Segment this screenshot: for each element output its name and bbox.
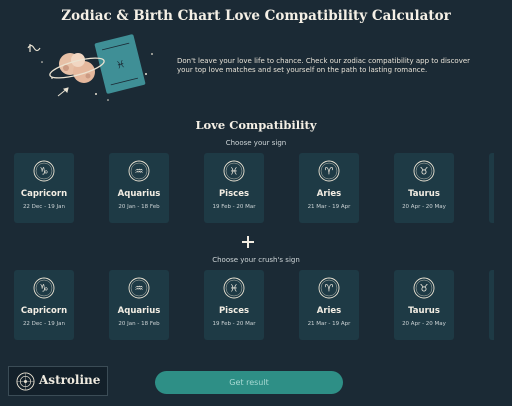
your-sign-row: ♑ Capricorn 22 Dec - 19 Jan ♒ Aquarius 2… xyxy=(0,153,512,225)
brand-logo: Astroline xyxy=(8,366,108,396)
astroline-logo-icon xyxy=(16,372,35,391)
sign-name: Pisces xyxy=(218,189,250,199)
sign-name: Aries xyxy=(316,189,342,199)
sign-name: Aquarius xyxy=(117,189,161,199)
capricorn-icon: ♑ xyxy=(33,277,55,299)
next-card-edge[interactable] xyxy=(489,270,494,340)
sign-dates: 20 Jan - 18 Feb xyxy=(118,204,160,210)
capricorn-icon: ♑ xyxy=(33,160,55,182)
sign-dates: 22 Dec - 19 Jan xyxy=(22,321,66,327)
sign-dates: 20 Apr - 20 May xyxy=(402,321,446,327)
svg-text:♒: ♒ xyxy=(135,167,144,178)
crush-sign-label: Choose your crush's sign xyxy=(212,256,300,264)
plus-icon xyxy=(242,236,254,248)
aquarius-icon: ♒ xyxy=(128,277,150,299)
sign-name: Aquarius xyxy=(117,306,161,316)
svg-text:♒: ♒ xyxy=(135,284,144,295)
svg-text:♓: ♓ xyxy=(230,167,239,178)
svg-text:♈: ♈ xyxy=(325,167,334,178)
your-sign-label: Choose your sign xyxy=(225,139,287,147)
svg-text:♑: ♑ xyxy=(40,284,49,295)
aquarius-icon: ♒ xyxy=(128,160,150,182)
sign-name: Capricorn xyxy=(20,189,68,199)
crush-sign-card-pisces[interactable]: ♓ Pisces 19 Feb - 20 Mar xyxy=(204,270,264,340)
sign-name: Pisces xyxy=(218,306,250,316)
sign-dates: 21 Mar - 19 Apr xyxy=(307,204,351,210)
taurus-icon: ♉ xyxy=(413,160,435,182)
sign-name: Taurus xyxy=(408,189,440,199)
svg-text:♓: ♓ xyxy=(230,284,239,295)
sign-dates: 20 Apr - 20 May xyxy=(402,204,446,210)
pisces-icon: ♓ xyxy=(223,160,245,182)
your-sign-card-aquarius[interactable]: ♒ Aquarius 20 Jan - 18 Feb xyxy=(109,153,169,223)
crush-sign-card-aries[interactable]: ♈ Aries 21 Mar - 19 Apr xyxy=(299,270,359,340)
crush-sign-row: ♑ Capricorn 22 Dec - 19 Jan ♒ Aquarius 2… xyxy=(0,270,512,342)
sign-dates: 19 Feb - 20 Mar xyxy=(212,321,256,327)
crush-sign-card-aquarius[interactable]: ♒ Aquarius 20 Jan - 18 Feb xyxy=(109,270,169,340)
next-card-edge[interactable] xyxy=(489,153,494,223)
sign-name: Capricorn xyxy=(20,306,68,316)
sign-dates: 21 Mar - 19 Apr xyxy=(307,321,351,327)
sign-dates: 19 Feb - 20 Mar xyxy=(212,204,256,210)
crush-sign-card-taurus[interactable]: ♉ Taurus 20 Apr - 20 May xyxy=(394,270,454,340)
intro-text: Don't leave your love life to chance. Ch… xyxy=(177,57,471,74)
sign-dates: 22 Dec - 19 Jan xyxy=(22,204,66,210)
svg-text:♈: ♈ xyxy=(325,284,334,295)
svg-text:♉: ♉ xyxy=(420,167,429,178)
taurus-icon: ♉ xyxy=(413,277,435,299)
pisces-icon: ♓ xyxy=(223,277,245,299)
section-title: Love Compatibility xyxy=(195,118,317,132)
svg-text:♑: ♑ xyxy=(40,167,49,178)
aries-icon: ♈ xyxy=(318,160,340,182)
your-sign-card-taurus[interactable]: ♉ Taurus 20 Apr - 20 May xyxy=(394,153,454,223)
your-sign-card-capricorn[interactable]: ♑ Capricorn 22 Dec - 19 Jan xyxy=(14,153,74,223)
svg-text:♉: ♉ xyxy=(420,284,429,295)
sign-name: Taurus xyxy=(408,306,440,316)
get-result-button[interactable]: Get result xyxy=(155,371,343,394)
brand-name: Astroline xyxy=(39,373,101,387)
sign-name: Aries xyxy=(316,306,342,316)
hero-illustration: ♓ xyxy=(27,34,153,101)
your-sign-card-pisces[interactable]: ♓ Pisces 19 Feb - 20 Mar xyxy=(204,153,264,223)
aries-icon: ♈ xyxy=(318,277,340,299)
crush-sign-card-capricorn[interactable]: ♑ Capricorn 22 Dec - 19 Jan xyxy=(14,270,74,340)
your-sign-card-aries[interactable]: ♈ Aries 21 Mar - 19 Apr xyxy=(299,153,359,223)
page-title: Zodiac & Birth Chart Love Compatibility … xyxy=(61,8,451,24)
sign-dates: 20 Jan - 18 Feb xyxy=(118,321,160,327)
